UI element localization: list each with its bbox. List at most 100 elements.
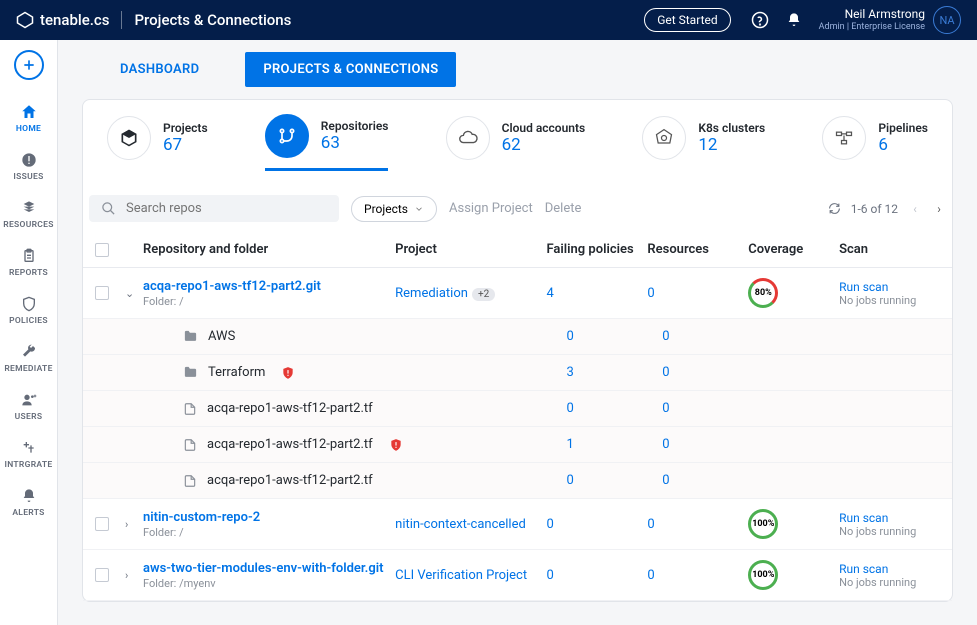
brand-logo[interactable]: tenable.cs xyxy=(16,11,109,29)
col-repository[interactable]: Repository and folder xyxy=(143,242,395,257)
resources-count[interactable]: 0 xyxy=(662,401,669,416)
expand-toggle[interactable]: › xyxy=(125,569,143,582)
resources-count[interactable]: 0 xyxy=(662,365,669,380)
failing-count[interactable]: 1 xyxy=(567,437,574,452)
failing-count[interactable]: 0 xyxy=(547,517,554,532)
sidenav-item-remediate[interactable]: REMEDIATE xyxy=(0,334,57,382)
k8s-icon xyxy=(642,116,686,160)
remediate-icon xyxy=(19,342,39,362)
expand-toggle[interactable]: ⌄ xyxy=(125,287,143,300)
child-name[interactable]: acqa-repo1-aws-tf12-part2.tf xyxy=(207,473,373,488)
assign-project-button[interactable]: Assign Project xyxy=(449,201,533,216)
projects-dropdown[interactable]: Projects xyxy=(351,196,437,222)
resources-count[interactable]: 0 xyxy=(647,286,654,301)
sidenav: HOME ISSUES RESOURCES REPORTS POLICIES R… xyxy=(0,40,58,625)
project-link[interactable]: nitin-context-cancelled xyxy=(395,517,526,532)
resources-count[interactable]: 0 xyxy=(662,437,669,452)
sidenav-item-home[interactable]: HOME xyxy=(0,94,57,142)
user-name: Neil Armstrong xyxy=(819,7,925,21)
search-icon xyxy=(101,201,116,216)
stat-value: 63 xyxy=(321,133,389,153)
project-link[interactable]: Remediation xyxy=(395,286,468,301)
reports-icon xyxy=(19,246,39,266)
sidenav-item-users[interactable]: USERS xyxy=(0,382,57,430)
toolbar: Projects Assign Project Delete 1-6 of 12… xyxy=(83,185,952,232)
row-checkbox[interactable] xyxy=(95,517,109,531)
table-row: ›aws-two-tier-modules-env-with-folder.gi… xyxy=(83,550,952,601)
project-count-badge: +2 xyxy=(472,288,495,301)
select-all-checkbox[interactable] xyxy=(95,243,109,257)
stat-pipelines[interactable]: Pipelines6 xyxy=(822,114,928,171)
col-failing[interactable]: Failing policies xyxy=(547,242,648,257)
sidenav-item-policies[interactable]: POLICIES xyxy=(0,286,57,334)
stat-projects[interactable]: Projects67 xyxy=(107,114,208,171)
delete-button[interactable]: Delete xyxy=(545,201,582,216)
add-button[interactable] xyxy=(14,50,44,80)
coverage-ring: 100% xyxy=(748,560,778,590)
failing-count[interactable]: 0 xyxy=(567,473,574,488)
child-name[interactable]: acqa-repo1-aws-tf12-part2.tf xyxy=(207,401,373,416)
resources-count[interactable]: 0 xyxy=(647,568,654,583)
stat-repositories[interactable]: Repositories63 xyxy=(265,114,389,171)
stat-cloud[interactable]: Cloud accounts62 xyxy=(446,114,586,171)
resources-count[interactable]: 0 xyxy=(662,329,669,344)
user-menu[interactable]: Neil Armstrong Admin | Enterprise Licens… xyxy=(819,6,961,34)
col-coverage[interactable]: Coverage xyxy=(748,242,839,257)
failing-count[interactable]: 3 xyxy=(567,365,574,380)
row-checkbox[interactable] xyxy=(95,286,109,300)
tab-dashboard[interactable]: DASHBOARD xyxy=(102,52,217,87)
stats-row: Projects67 Repositories63 Cloud accounts… xyxy=(83,100,952,185)
project-link[interactable]: CLI Verification Project xyxy=(395,568,527,583)
col-scan[interactable]: Scan xyxy=(839,242,940,257)
child-name[interactable]: AWS xyxy=(208,329,235,344)
col-project[interactable]: Project xyxy=(395,242,546,257)
resources-count[interactable]: 0 xyxy=(662,473,669,488)
expand-toggle[interactable]: › xyxy=(125,518,143,531)
nav-label: INTRGRATE xyxy=(4,460,52,470)
search-input[interactable] xyxy=(126,201,327,216)
repo-name-link[interactable]: acqa-repo1-aws-tf12-part2.git xyxy=(143,279,385,294)
sidenav-item-integrate[interactable]: INTRGRATE xyxy=(0,430,57,478)
branch-icon xyxy=(265,114,309,158)
run-scan-link[interactable]: Run scan xyxy=(839,562,940,576)
row-checkbox[interactable] xyxy=(95,568,109,582)
page-prev-button[interactable]: ‹ xyxy=(908,202,922,216)
tab-projects-connections[interactable]: PROJECTS & CONNECTIONS xyxy=(245,52,456,87)
cube-icon xyxy=(107,116,151,160)
refresh-icon[interactable] xyxy=(828,202,841,215)
run-scan-link[interactable]: Run scan xyxy=(839,280,940,294)
help-icon[interactable] xyxy=(751,11,769,29)
avatar[interactable]: NA xyxy=(933,6,961,34)
repo-name-link[interactable]: aws-two-tier-modules-env-with-folder.git xyxy=(143,561,385,576)
sidenav-item-resources[interactable]: RESOURCES xyxy=(0,190,57,238)
resources-icon xyxy=(19,198,39,218)
failing-count[interactable]: 0 xyxy=(567,329,574,344)
get-started-button[interactable]: Get Started xyxy=(644,8,730,32)
stat-label: Projects xyxy=(163,121,208,135)
nav-label: REMEDIATE xyxy=(4,364,52,374)
bell-icon[interactable] xyxy=(785,11,803,29)
nav-label: RESOURCES xyxy=(3,220,53,230)
coverage-ring: 80% xyxy=(748,278,778,308)
table-subrow: acqa-repo1-aws-tf12-part2.tf 1 0 xyxy=(83,427,952,463)
failing-count[interactable]: 0 xyxy=(567,401,574,416)
failing-count[interactable]: 4 xyxy=(547,286,554,301)
search-box[interactable] xyxy=(89,195,339,222)
repo-name-link[interactable]: nitin-custom-repo-2 xyxy=(143,510,385,525)
sidenav-item-reports[interactable]: REPORTS xyxy=(0,238,57,286)
nav-label: HOME xyxy=(16,124,41,134)
table-subrow: acqa-repo1-aws-tf12-part2.tf 0 0 xyxy=(83,391,952,427)
stat-label: K8s clusters xyxy=(698,121,765,135)
child-name[interactable]: acqa-repo1-aws-tf12-part2.tf xyxy=(207,437,373,452)
col-resources[interactable]: Resources xyxy=(647,242,748,257)
page-next-button[interactable]: › xyxy=(932,202,946,216)
failing-count[interactable]: 0 xyxy=(547,568,554,583)
main-card: Projects67 Repositories63 Cloud accounts… xyxy=(82,99,953,602)
stat-k8s[interactable]: K8s clusters12 xyxy=(642,114,765,171)
resources-count[interactable]: 0 xyxy=(647,517,654,532)
sidenav-item-alerts[interactable]: ALERTS xyxy=(0,478,57,526)
child-name[interactable]: Terraform xyxy=(208,365,265,380)
sidenav-item-issues[interactable]: ISSUES xyxy=(0,142,57,190)
nav-label: REPORTS xyxy=(9,268,48,278)
run-scan-link[interactable]: Run scan xyxy=(839,511,940,525)
